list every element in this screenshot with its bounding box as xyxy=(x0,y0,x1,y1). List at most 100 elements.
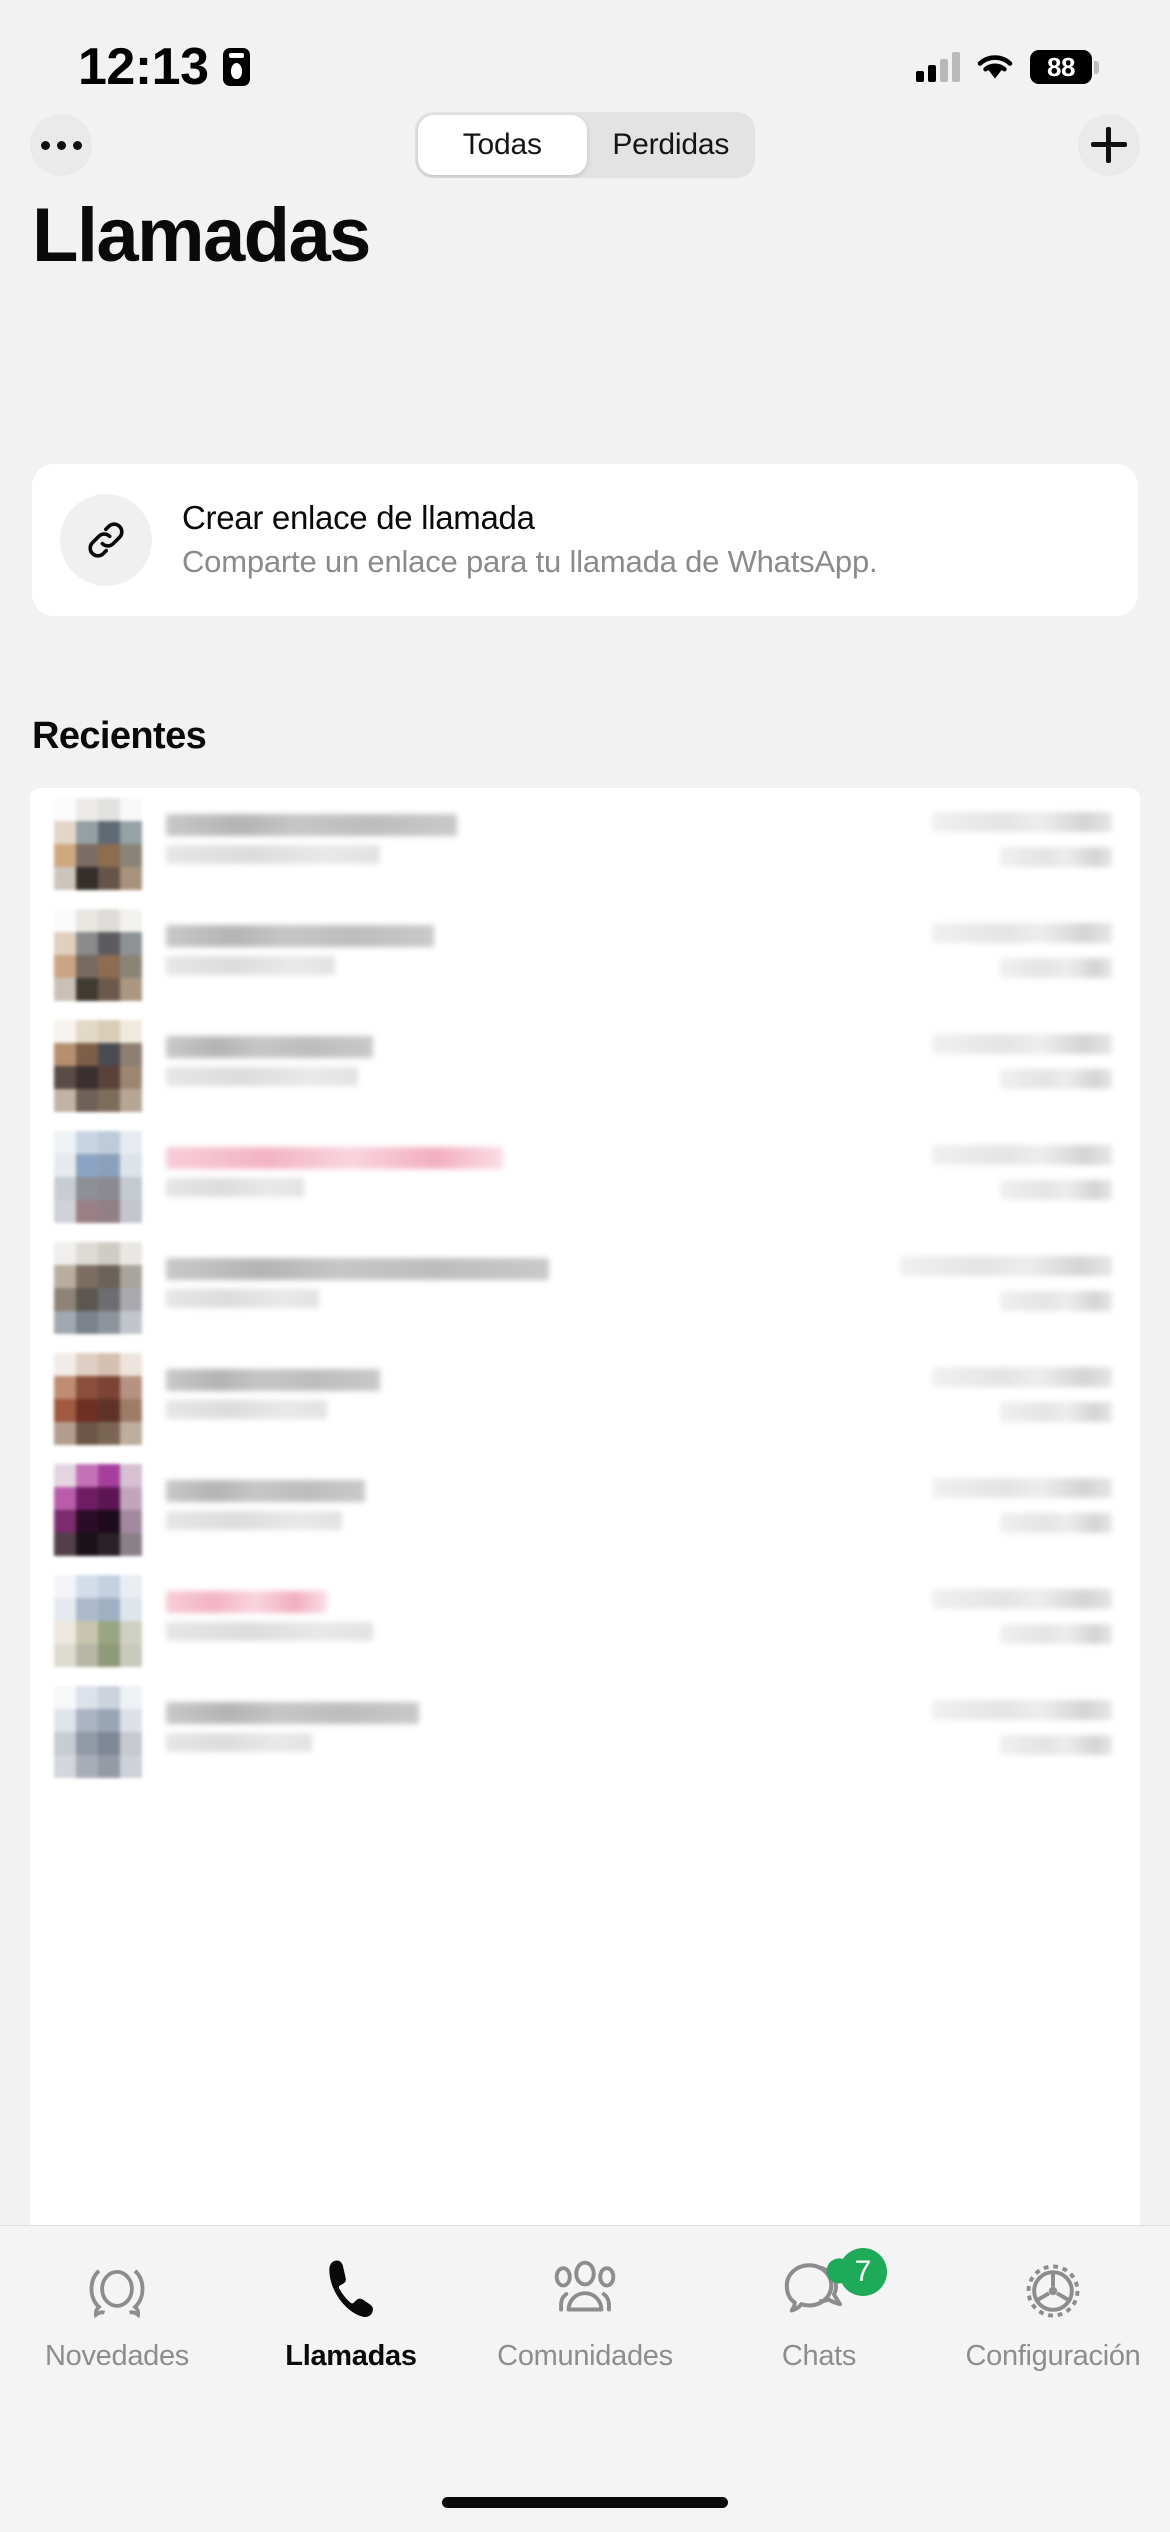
contact-name xyxy=(166,1369,381,1391)
call-timestamp xyxy=(932,1699,1112,1720)
tab-comunidades[interactable]: Comunidades xyxy=(468,2252,702,2373)
table-row[interactable] xyxy=(30,1010,1140,1121)
call-row-text xyxy=(166,1369,932,1428)
create-call-link-card[interactable]: Crear enlace de llamada Comparte un enla… xyxy=(32,464,1138,616)
call-info-icon[interactable] xyxy=(1000,1734,1112,1755)
call-detail xyxy=(166,1067,358,1086)
call-info-icon[interactable] xyxy=(1000,1290,1112,1311)
chats-unread-badge: 7 xyxy=(839,2248,887,2296)
call-timestamp xyxy=(932,1477,1112,1498)
table-row[interactable] xyxy=(30,899,1140,1010)
call-timestamp xyxy=(932,1588,1112,1609)
call-detail xyxy=(166,956,335,975)
status-bar-right: 88 xyxy=(916,50,1099,84)
tab-configuracion[interactable]: Configuración xyxy=(936,2252,1170,2373)
status-bar-clock: 12:13 xyxy=(78,38,209,96)
table-row[interactable] xyxy=(30,1232,1140,1343)
call-info-icon[interactable] xyxy=(1000,957,1112,978)
avatar xyxy=(54,908,142,1001)
home-indicator xyxy=(442,2497,728,2508)
top-bar: Todas Perdidas xyxy=(0,100,1170,190)
call-row-text xyxy=(166,1036,932,1095)
avatar xyxy=(54,1574,142,1667)
call-timestamp xyxy=(932,1144,1112,1165)
tab-label: Llamadas xyxy=(285,2340,417,2372)
more-options-icon xyxy=(40,140,82,150)
avatar xyxy=(54,1241,142,1334)
table-row[interactable] xyxy=(30,788,1140,899)
segment-perdidas[interactable]: Perdidas xyxy=(587,112,756,178)
call-row-text xyxy=(166,814,932,873)
link-icon xyxy=(60,494,152,586)
tab-novedades[interactable]: Novedades xyxy=(0,2252,234,2373)
recent-calls-list[interactable] xyxy=(30,788,1140,2225)
status-bar-left: 12:13 xyxy=(78,37,250,97)
call-detail xyxy=(166,1733,312,1752)
create-call-link-title: Crear enlace de llamada xyxy=(182,499,535,537)
table-row[interactable] xyxy=(30,1565,1140,1676)
table-row[interactable] xyxy=(30,1454,1140,1565)
call-row-text xyxy=(166,1258,932,1317)
segment-todas[interactable]: Todas xyxy=(418,115,587,175)
bottom-tab-bar[interactable]: Novedades Llamadas Comunidades 7 Chats C… xyxy=(0,2225,1170,2532)
call-detail xyxy=(166,845,381,864)
call-info-icon[interactable] xyxy=(1000,1623,1112,1644)
call-row-text xyxy=(166,1702,932,1761)
privacy-indicator-icon xyxy=(222,48,250,86)
call-row-meta xyxy=(932,1144,1112,1209)
avatar xyxy=(54,797,142,890)
call-info-icon[interactable] xyxy=(1000,1179,1112,1200)
new-call-button[interactable] xyxy=(1078,114,1140,176)
table-row[interactable] xyxy=(30,1121,1140,1232)
recents-section-title: Recientes xyxy=(32,715,207,757)
page-title: Llamadas xyxy=(32,193,371,278)
call-row-text xyxy=(166,925,932,984)
call-row-meta xyxy=(932,922,1112,987)
call-detail xyxy=(166,1622,373,1641)
gear-icon xyxy=(1017,2252,1089,2330)
call-row-text xyxy=(166,1591,932,1650)
wifi-icon xyxy=(976,53,1014,81)
cellular-signal-icon xyxy=(916,52,960,82)
contact-name xyxy=(166,1147,504,1169)
communities-icon xyxy=(548,2252,622,2330)
call-timestamp xyxy=(932,1033,1112,1054)
tab-chats[interactable]: 7 Chats xyxy=(702,2248,936,2373)
call-row-text xyxy=(166,1147,932,1206)
contact-name xyxy=(166,814,458,836)
calls-filter-segmented-control[interactable]: Todas Perdidas xyxy=(415,112,755,178)
avatar xyxy=(54,1019,142,1112)
contact-name xyxy=(166,925,435,947)
create-call-link-text: Crear enlace de llamada Comparte un enla… xyxy=(182,498,878,582)
call-info-icon[interactable] xyxy=(1000,1068,1112,1089)
call-row-meta xyxy=(932,811,1112,876)
call-row-meta xyxy=(932,1477,1112,1542)
tab-label: Comunidades xyxy=(497,2340,673,2372)
table-row[interactable] xyxy=(30,1343,1140,1454)
whatsapp-calls-screen: 12:13 88 Todas Perdidas Llamadas Crear e… xyxy=(0,0,1170,2532)
contact-name xyxy=(166,1702,419,1724)
more-options-button[interactable] xyxy=(30,114,92,176)
call-info-icon[interactable] xyxy=(1000,1401,1112,1422)
table-row[interactable] xyxy=(30,1676,1140,1787)
status-ring-icon xyxy=(83,2252,151,2330)
call-row-text xyxy=(166,1480,932,1539)
avatar xyxy=(54,1352,142,1445)
call-info-icon[interactable] xyxy=(1000,846,1112,867)
contact-name xyxy=(166,1480,366,1502)
tab-label: Novedades xyxy=(44,2340,189,2372)
plus-icon xyxy=(1091,127,1127,163)
call-row-meta xyxy=(932,1588,1112,1653)
tab-llamadas[interactable]: Llamadas xyxy=(234,2252,468,2373)
call-info-icon[interactable] xyxy=(1000,1512,1112,1533)
contact-name xyxy=(166,1258,549,1280)
contact-name xyxy=(166,1591,327,1613)
chats-bubble-icon: 7 xyxy=(781,2248,887,2330)
call-row-meta xyxy=(932,1033,1112,1098)
call-timestamp xyxy=(899,1255,1112,1276)
call-detail xyxy=(166,1400,327,1419)
avatar xyxy=(54,1130,142,1223)
call-timestamp xyxy=(932,1366,1112,1387)
tab-label: Configuración xyxy=(965,2340,1141,2372)
battery-level-label: 88 xyxy=(1047,52,1075,82)
